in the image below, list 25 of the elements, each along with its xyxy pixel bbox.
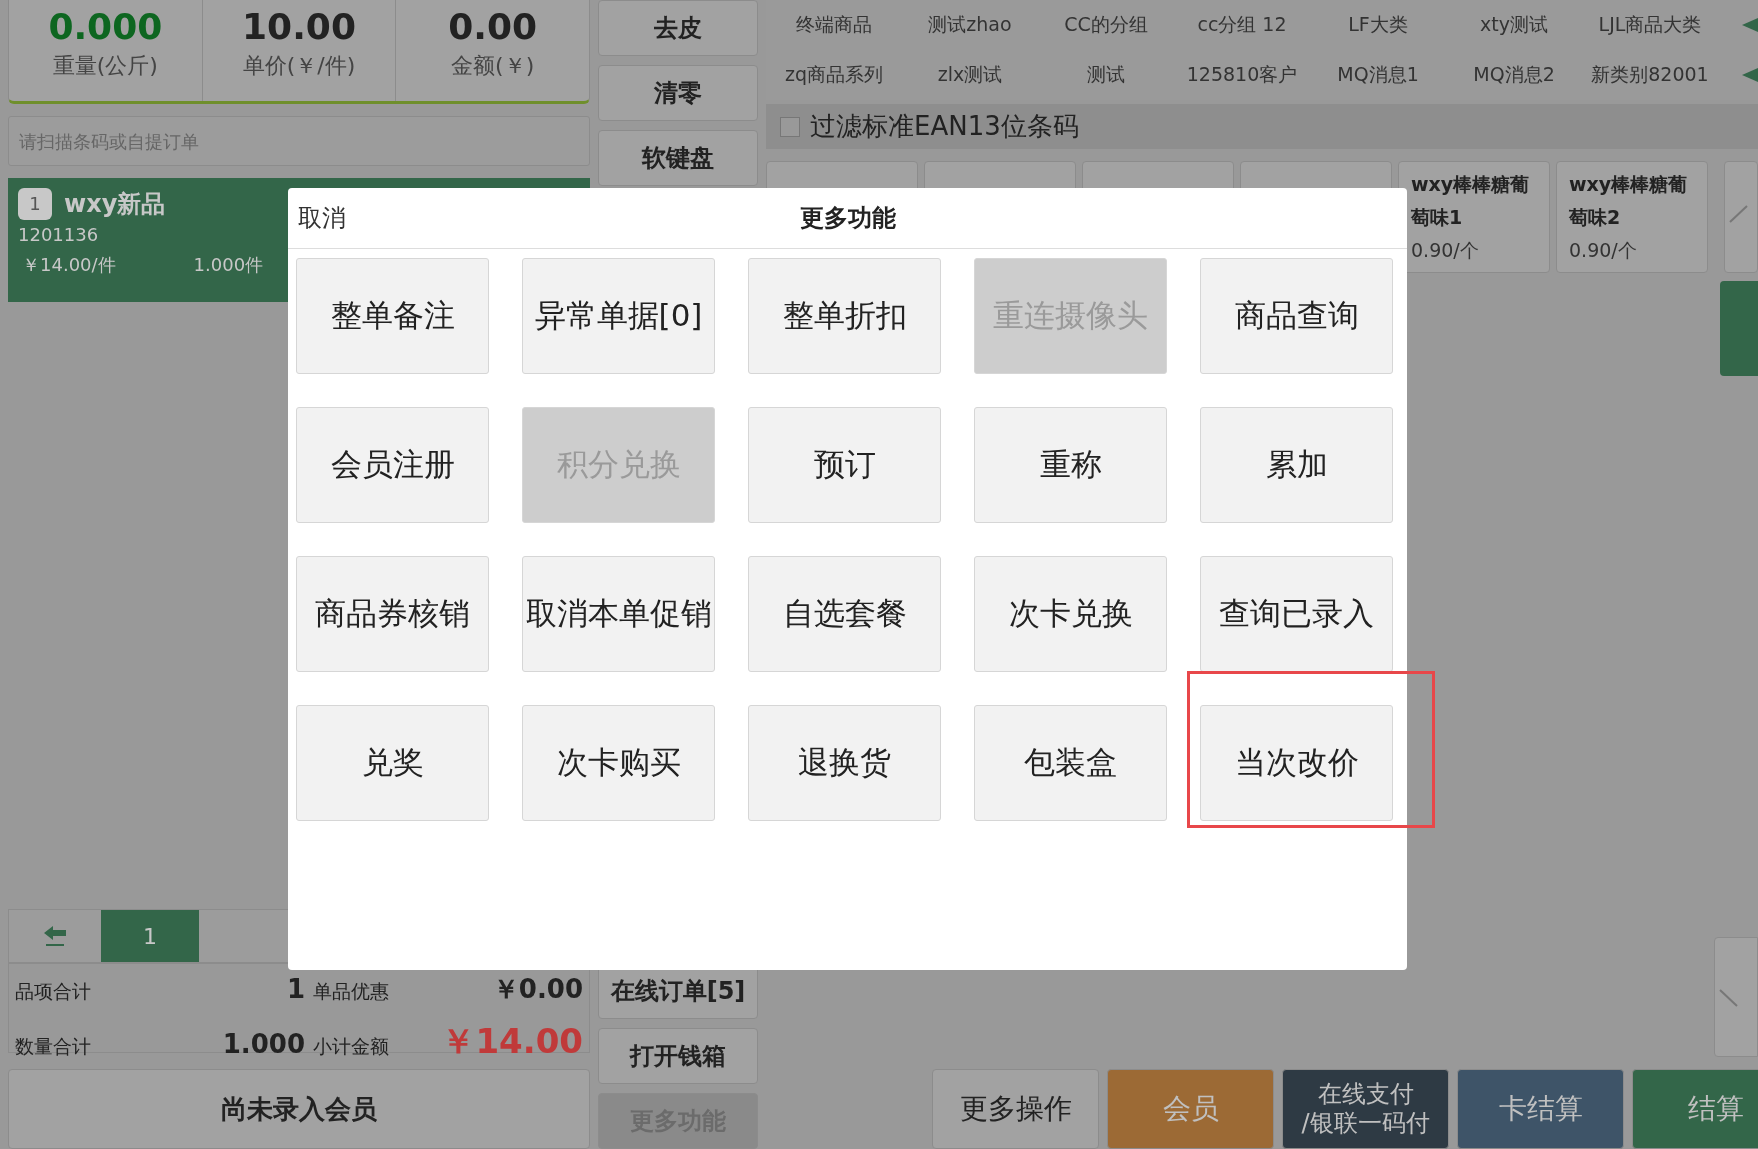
filter-label: 过滤标准EAN13位条码 (810, 110, 1079, 143)
scale-label: 单价(￥/件) (242, 52, 356, 80)
scale-value: 0.000 (48, 6, 163, 47)
product-name: wxy棒棒糖葡萄味2 (1569, 172, 1689, 230)
scale-value: 10.00 (242, 6, 356, 47)
product-price: 0.90/个 (1411, 238, 1480, 263)
summary-value: 1.000 (221, 1029, 305, 1059)
product-price: 0.90/个 (1569, 238, 1638, 263)
summary-label: 小计金额 (313, 1034, 390, 1059)
product-name: wxy棒棒糖葡萄味1 (1411, 172, 1531, 230)
summary-amount: ￥0.00 (491, 973, 583, 1006)
scale-label: 重量(公斤) (52, 52, 158, 80)
item-name: wxy新品 (64, 189, 166, 220)
summary-label: 单品优惠 (313, 979, 390, 1004)
item-quantity: 1.000件 (193, 253, 264, 277)
item-price: ￥14.00/件 (22, 253, 116, 277)
item-index: 1 (18, 188, 52, 220)
summary-label: 品项合计 (15, 979, 92, 1004)
scale-label: 金额(￥) (451, 52, 535, 80)
summary-label: 数量合计 (15, 1034, 92, 1059)
dialog-title: 更多功能 (799, 203, 896, 234)
summary-amount: ￥14.00 (440, 1020, 583, 1063)
item-code: 1201136 (18, 224, 100, 245)
scale-value: 0.00 (448, 6, 538, 47)
summary-value: 1 (285, 974, 305, 1004)
